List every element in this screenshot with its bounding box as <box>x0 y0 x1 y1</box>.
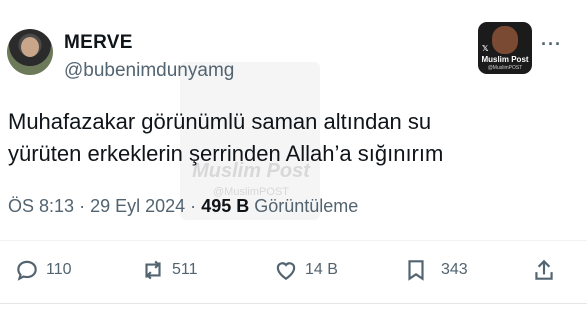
bottom-divider <box>0 303 587 304</box>
badge-title: Muslim Post <box>481 55 529 64</box>
badge-avatar <box>492 26 518 54</box>
user-handle[interactable]: @bubenimdunyamg <box>64 60 234 82</box>
bookmark-count: 343 <box>441 261 468 278</box>
x-logo-icon: 𝕏 <box>482 44 489 53</box>
meta-separator: · <box>79 196 86 216</box>
like-icon <box>276 262 296 280</box>
reply-button[interactable]: 110 <box>14 252 72 288</box>
repost-button[interactable]: 511 <box>140 252 198 288</box>
badge-subtitle: @MuslimPOST <box>487 65 523 71</box>
share-button[interactable] <box>531 252 557 288</box>
display-name[interactable]: MERVE <box>64 32 133 54</box>
divider <box>0 240 587 241</box>
repost-icon <box>145 260 161 280</box>
view-count: 495 B <box>201 196 250 216</box>
meta-separator: · <box>190 196 197 216</box>
tweet-card: Muslim Post @MuslimPOST MERVE @bubenimdu… <box>0 0 587 313</box>
avatar[interactable] <box>7 29 53 75</box>
repost-count: 511 <box>172 261 198 278</box>
post-time[interactable]: ÖS 8:13 <box>8 196 74 216</box>
tweet-text-line-2: yürüten erkeklerin şerrinden Allah’a sığ… <box>8 141 444 166</box>
tweet-text-line-1: Muhafazakar görünümlü saman altından su <box>8 109 432 134</box>
more-icon[interactable]: ··· <box>541 34 562 55</box>
tweet-text: Muhafazakar görünümlü saman altından su … <box>8 106 568 170</box>
bookmark-button[interactable]: 343 <box>403 252 468 288</box>
tweet-meta: ÖS 8:13 · 29 Eyl 2024 · 495 B Görüntülem… <box>8 196 358 217</box>
muslim-post-badge: 𝕏 Muslim Post @MuslimPOST <box>478 22 532 74</box>
like-button[interactable]: 14 B <box>273 252 338 288</box>
like-count: 14 B <box>305 261 338 278</box>
action-bar: 110 511 14 B 343 <box>0 252 587 288</box>
bookmark-icon <box>408 260 424 281</box>
view-label: Görüntüleme <box>254 196 359 216</box>
reply-count: 110 <box>46 261 72 278</box>
share-icon <box>535 259 553 280</box>
post-date[interactable]: 29 Eyl 2024 <box>90 196 185 216</box>
reply-icon <box>17 260 37 281</box>
